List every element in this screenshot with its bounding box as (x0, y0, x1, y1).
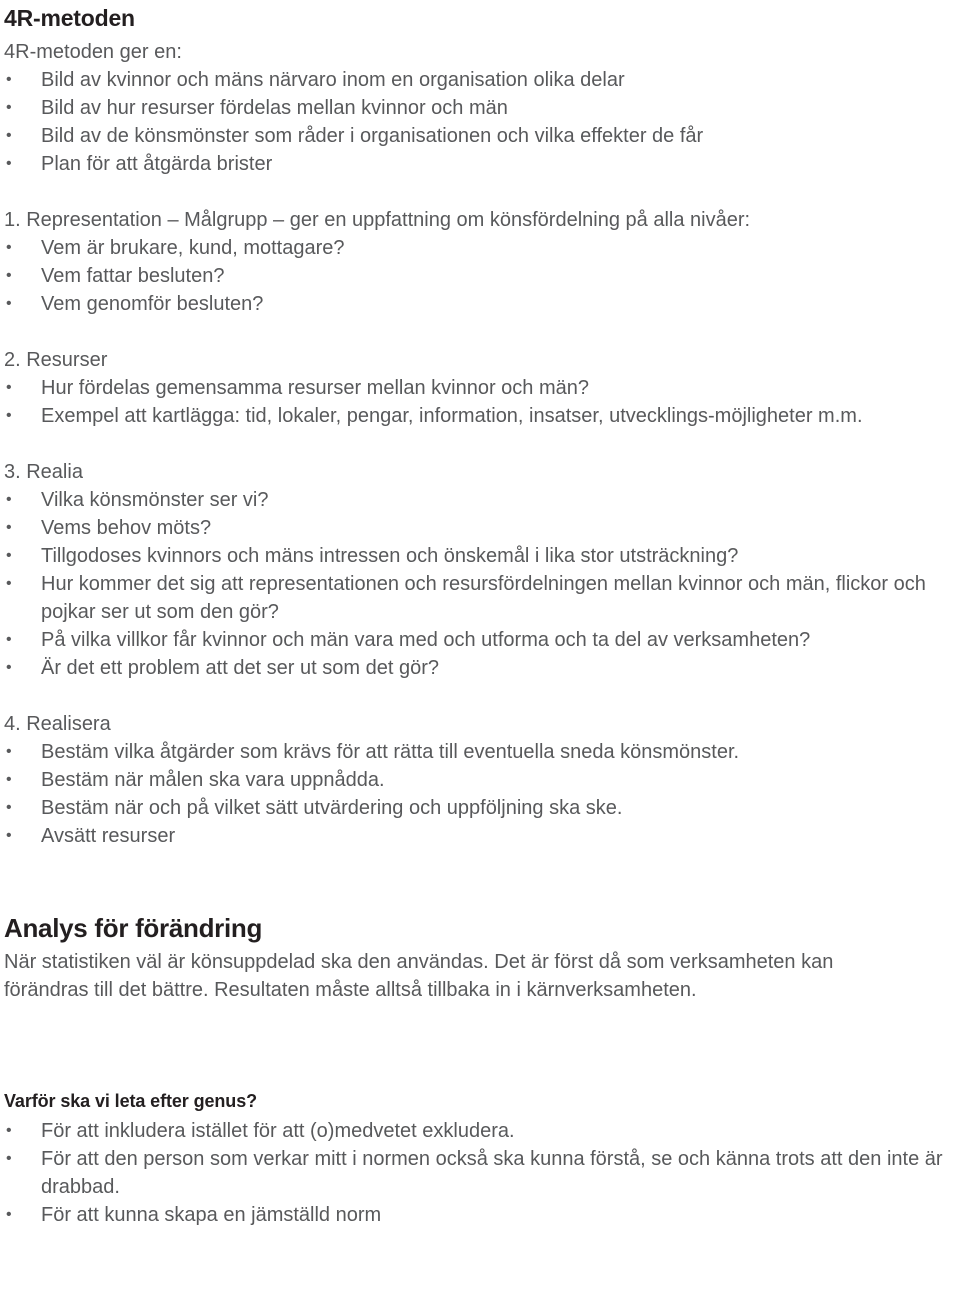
bullet-icon: • (6, 575, 12, 592)
bullet-icon: • (6, 155, 12, 172)
list-item-label: Exempel att kartlägga: tid, lokaler, pen… (41, 405, 863, 427)
genus-bullet-list: • För att inkludera istället för att (o)… (4, 1117, 950, 1229)
list-item: • För att inkludera istället för att (o)… (4, 1117, 950, 1145)
list-item-label: Bestäm när målen ska vara uppnådda. (41, 769, 385, 791)
bullet-icon: • (6, 407, 12, 424)
list-item: • Är det ett problem att det ser ut som … (4, 654, 950, 682)
list-item: • Bild av kvinnor och mäns närvaro inom … (4, 66, 950, 94)
bullet-icon: • (6, 295, 12, 312)
bullet-icon: • (6, 1122, 12, 1139)
list-item-label: För att den person som verkar mitt i nor… (41, 1148, 943, 1198)
list-item: • På vilka villkor får kvinnor och män v… (4, 626, 950, 654)
list-item-label: För att kunna skapa en jämställd norm (41, 1204, 382, 1226)
list-item: • Vems behov möts? (4, 514, 950, 542)
bullet-icon: • (6, 771, 12, 788)
page-title: 4R-metoden (4, 5, 135, 31)
bullet-icon: • (6, 743, 12, 760)
list-item-label: Hur fördelas gemensamma resurser mellan … (41, 377, 590, 399)
list-item-label: Bild av hur resurser fördelas mellan kvi… (41, 97, 508, 119)
step-4-bullet-list: • Bestäm vilka åtgärder som krävs för at… (4, 738, 950, 850)
bullet-icon: • (6, 379, 12, 396)
list-item: • Bild av de könsmönster som råder i org… (4, 122, 950, 150)
step-3-heading: 3. Realia (4, 461, 83, 483)
list-item: • Vem genomför besluten? (4, 290, 950, 318)
intro-lead: 4R-metoden ger en: (4, 41, 182, 63)
bullet-icon: • (6, 1150, 12, 1167)
bullet-icon: • (6, 1206, 12, 1223)
bullet-icon: • (6, 547, 12, 564)
document-body: 4R-metoden 4R-metoden ger en: • Bild av … (0, 0, 960, 1229)
bullet-icon: • (6, 491, 12, 508)
bullet-icon: • (6, 99, 12, 116)
analysis-paragraph: När statistiken väl är könsuppdelad ska … (4, 951, 834, 1001)
list-item: • Avsätt resurser (4, 822, 950, 850)
list-item: • Hur fördelas gemensamma resurser mella… (4, 374, 950, 402)
list-item: • Bestäm vilka åtgärder som krävs för at… (4, 738, 950, 766)
bullet-icon: • (6, 267, 12, 284)
list-item-label: Avsätt resurser (41, 825, 176, 847)
step-3-bullet-list: • Vilka könsmönster ser vi? • Vems behov… (4, 486, 950, 682)
list-item-label: Tillgodoses kvinnors och mäns intressen … (41, 545, 739, 567)
bullet-icon: • (6, 127, 12, 144)
list-item-label: Bestäm när och på vilket sätt utvärderin… (41, 797, 623, 819)
list-item-label: Är det ett problem att det ser ut som de… (41, 657, 439, 679)
list-item-label: Plan för att åtgärda brister (41, 153, 273, 175)
list-item: • Vem fattar besluten? (4, 262, 950, 290)
step-2-bullet-list: • Hur fördelas gemensamma resurser mella… (4, 374, 950, 430)
list-item-label: Hur kommer det sig att representationen … (41, 573, 926, 623)
list-item-label: Bild av de könsmönster som råder i organ… (41, 125, 704, 147)
list-item-label: Vilka könsmönster ser vi? (41, 489, 269, 511)
list-item: • Hur kommer det sig att representatione… (4, 570, 950, 626)
list-item-label: Vem genomför besluten? (41, 293, 264, 315)
bullet-icon: • (6, 239, 12, 256)
list-item: • Bestäm när och på vilket sätt utvärder… (4, 794, 950, 822)
step-4-heading: 4. Realisera (4, 713, 111, 735)
bullet-icon: • (6, 71, 12, 88)
bullet-icon: • (6, 519, 12, 536)
list-item: • För att kunna skapa en jämställd norm (4, 1201, 950, 1229)
bullet-icon: • (6, 631, 12, 648)
list-item-label: Vem fattar besluten? (41, 265, 225, 287)
list-item: • Bestäm när målen ska vara uppnådda. (4, 766, 950, 794)
bullet-icon: • (6, 799, 12, 816)
list-item-label: På vilka villkor får kvinnor och män var… (41, 629, 811, 651)
list-item: • För att den person som verkar mitt i n… (4, 1145, 950, 1201)
bullet-icon: • (6, 827, 12, 844)
list-item: • Vilka könsmönster ser vi? (4, 486, 950, 514)
list-item: • Bild av hur resurser fördelas mellan k… (4, 94, 950, 122)
list-item-label: Vems behov möts? (41, 517, 212, 539)
document-page: 4R-metoden 4R-metoden ger en: • Bild av … (0, 0, 960, 1310)
step-2-heading: 2. Resurser (4, 349, 108, 371)
analysis-heading: Analys för förändring (4, 913, 263, 943)
list-item-label: Vem är brukare, kund, mottagare? (41, 237, 345, 259)
genus-heading: Varför ska vi leta efter genus? (4, 1091, 258, 1111)
list-item-label: Bild av kvinnor och mäns närvaro inom en… (41, 69, 625, 91)
list-item: • Tillgodoses kvinnors och mäns intresse… (4, 542, 950, 570)
bullet-icon: • (6, 659, 12, 676)
step-1-heading: 1. Representation – Målgrupp – ger en up… (4, 209, 751, 231)
list-item: • Plan för att åtgärda brister (4, 150, 950, 178)
list-item: • Exempel att kartlägga: tid, lokaler, p… (4, 402, 950, 430)
list-item: • Vem är brukare, kund, mottagare? (4, 234, 950, 262)
intro-bullet-list: • Bild av kvinnor och mäns närvaro inom … (4, 66, 950, 178)
list-item-label: Bestäm vilka åtgärder som krävs för att … (41, 741, 740, 763)
step-1-bullet-list: • Vem är brukare, kund, mottagare? • Vem… (4, 234, 950, 318)
list-item-label: För att inkludera istället för att (o)me… (41, 1120, 515, 1142)
